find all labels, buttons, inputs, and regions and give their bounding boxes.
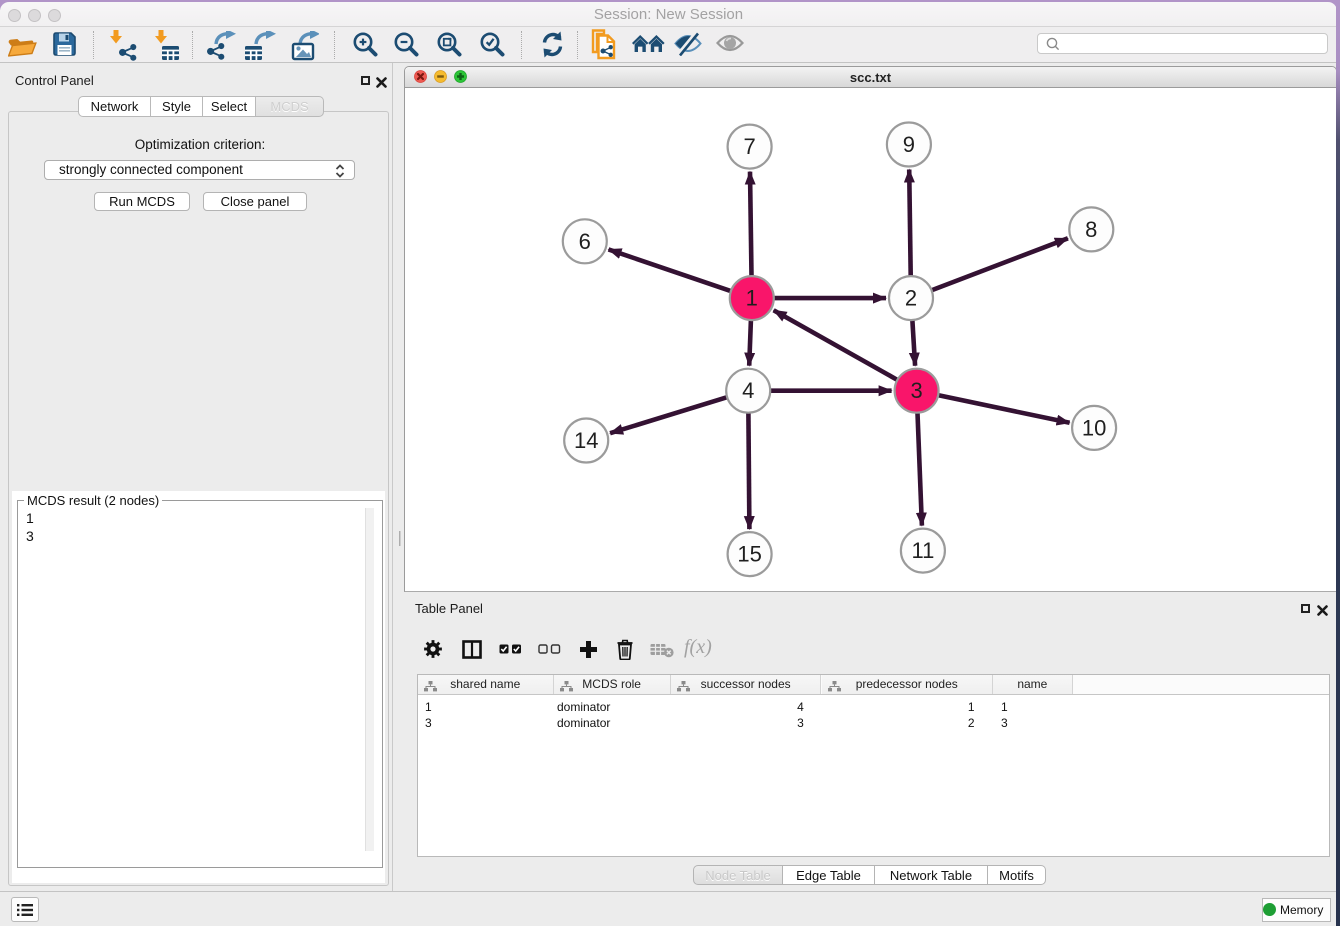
svg-text:2: 2 xyxy=(905,286,917,311)
svg-text:6: 6 xyxy=(579,229,591,254)
svg-text:15: 15 xyxy=(737,542,761,567)
svg-text:10: 10 xyxy=(1082,415,1106,440)
svg-text:7: 7 xyxy=(743,134,755,159)
svg-text:9: 9 xyxy=(903,132,915,157)
svg-text:3: 3 xyxy=(910,378,922,403)
svg-text:1: 1 xyxy=(746,286,758,311)
svg-text:14: 14 xyxy=(574,428,598,453)
svg-text:8: 8 xyxy=(1085,217,1097,242)
svg-text:4: 4 xyxy=(742,378,754,403)
svg-text:11: 11 xyxy=(911,538,934,563)
